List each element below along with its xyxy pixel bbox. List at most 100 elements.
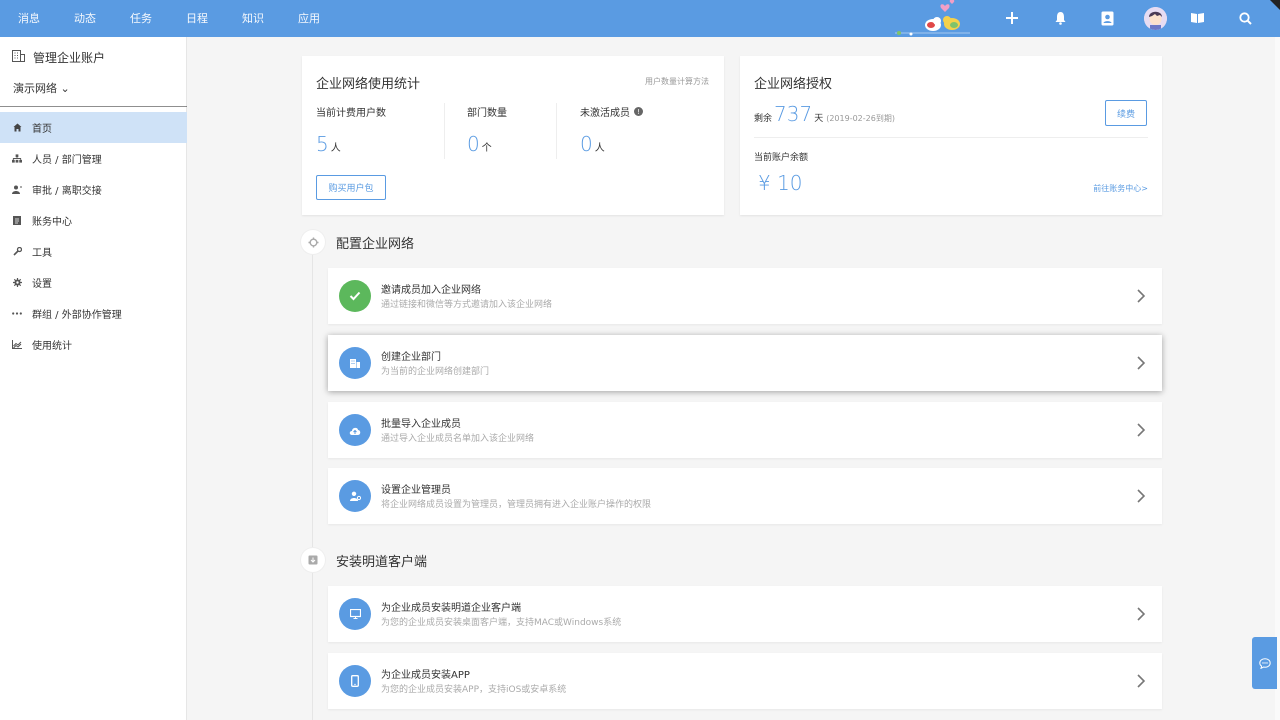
sidebar-item-billing[interactable]: 账务中心	[0, 205, 187, 236]
user-count-method-link[interactable]: 用户数量计算方法	[645, 76, 709, 87]
cloud-upload-icon	[339, 414, 371, 446]
building-icon	[339, 347, 371, 379]
card-divider	[754, 137, 1148, 138]
sidebar-item-label: 使用统计	[32, 341, 72, 352]
license-card-title: 企业网络授权	[754, 77, 833, 92]
section-config-header: 配置企业网络	[301, 230, 414, 254]
more-icon	[12, 309, 22, 319]
sidebar-item-label: 设置	[32, 279, 52, 290]
task-description: 将企业网络成员设置为管理员，管理员拥有进入企业账户操作的权限	[381, 500, 652, 510]
department-count-value: 0个	[467, 132, 492, 156]
org-icon	[12, 154, 22, 164]
task-description: 为您的企业成员安装APP，支持iOS或安卓系统	[381, 685, 567, 695]
remaining-days: 剩余 737 天 (2019-02-26到期)	[754, 102, 895, 126]
billed-users-value: 5人	[316, 132, 341, 156]
sidebar-item-org[interactable]: 人员 / 部门管理	[0, 143, 187, 174]
stat-divider	[444, 103, 445, 159]
sidebar-item-tools[interactable]: 工具	[0, 236, 187, 267]
nav-feed[interactable]: 动态	[74, 0, 96, 37]
task-create-department[interactable]: 创建企业部门 为当前的企业网络创建部门	[328, 335, 1162, 391]
avatar[interactable]	[1144, 7, 1167, 30]
ledger-icon	[12, 216, 22, 226]
stat-divider	[556, 103, 557, 159]
sidebar-item-label: 群组 / 外部协作管理	[32, 310, 122, 321]
main-nav: 消息 动态 任务 日程 知识 应用	[18, 0, 354, 37]
remaining-days-value: 737	[774, 102, 813, 126]
chat-bubble-icon[interactable]	[1252, 637, 1277, 689]
sidebar-item-home[interactable]: 首页	[0, 112, 187, 143]
task-description: 通过链接和微信等方式邀请加入该企业网络	[381, 300, 553, 310]
department-count-label: 部门数量	[467, 108, 507, 119]
sidebar-divider	[0, 106, 187, 107]
sidebar-item-label: 首页	[32, 124, 52, 135]
task-set-admin[interactable]: 设置企业管理员 将企业网络成员设置为管理员，管理员拥有进入企业账户操作的权限	[328, 468, 1162, 524]
section-install-header: 安装明道客户端	[301, 548, 427, 572]
gear-icon	[12, 278, 22, 288]
timeline-line	[312, 254, 313, 720]
add-icon[interactable]	[1003, 9, 1021, 27]
inactive-members-value: 0人	[580, 132, 605, 156]
nav-messages[interactable]: 消息	[18, 0, 40, 37]
monitor-icon	[339, 598, 371, 630]
task-invite-members[interactable]: 邀请成员加入企业网络 通过链接和微信等方式邀请加入该企业网络	[328, 268, 1162, 324]
nav-apps[interactable]: 应用	[298, 0, 320, 37]
task-title: 批量导入企业成员	[381, 419, 461, 430]
sidebar-item-label: 工具	[32, 248, 52, 259]
buy-user-pack-button[interactable]: 购买用户包	[316, 175, 386, 200]
sidebar-item-settings[interactable]: 设置	[0, 267, 187, 298]
book-icon[interactable]	[1188, 9, 1206, 27]
nav-tasks[interactable]: 任务	[130, 0, 152, 37]
phone-icon	[339, 665, 371, 697]
sidebar-menu: 首页 人员 / 部门管理 审批 / 离职交接 账务中心 工具 设置 群组 / 外…	[0, 112, 187, 360]
section-config-title: 配置企业网络	[336, 236, 415, 252]
download-box-icon	[301, 548, 325, 572]
chevron-right-icon	[1137, 674, 1146, 688]
bell-icon[interactable]	[1051, 9, 1069, 27]
info-icon[interactable]: !	[634, 107, 643, 116]
top-navigation-bar: 消息 动态 任务 日程 知识 应用	[0, 0, 1280, 37]
building-icon	[12, 50, 25, 65]
sidebar-header: 管理企业账户	[12, 49, 105, 66]
task-description: 为当前的企业网络创建部门	[381, 367, 490, 377]
usage-stats-card: 企业网络使用统计 用户数量计算方法 当前计费用户数 5人 部门数量 0个 未激活…	[302, 56, 724, 215]
wrench-icon	[12, 247, 22, 257]
user-transfer-icon	[12, 185, 22, 195]
scrollbar-track[interactable]	[1275, 37, 1280, 720]
network-switcher[interactable]: 演示网络 ⌄	[13, 80, 70, 96]
task-batch-import[interactable]: 批量导入企业成员 通过导入企业成员名单加入该企业网络	[328, 402, 1162, 458]
sidebar-item-label: 人员 / 部门管理	[32, 155, 102, 166]
chevron-right-icon	[1137, 356, 1146, 370]
gear-icon	[301, 230, 325, 254]
chevron-right-icon	[1137, 489, 1146, 503]
nav-calendar[interactable]: 日程	[186, 0, 208, 37]
task-description: 为您的企业成员安装桌面客户端，支持MAC或Windows系统	[381, 618, 622, 628]
inactive-members-label: 未激活成员 !	[580, 104, 643, 119]
sidebar-item-groups[interactable]: 群组 / 外部协作管理	[0, 298, 187, 329]
nav-knowledge[interactable]: 知识	[242, 0, 264, 37]
sidebar: 管理企业账户 演示网络 ⌄ 首页 人员 / 部门管理 审批 / 离职交接 账务中…	[0, 37, 187, 720]
task-install-desktop[interactable]: 为企业成员安装明道企业客户端 为您的企业成员安装桌面客户端，支持MAC或Wind…	[328, 586, 1162, 642]
task-title: 设置企业管理员	[381, 485, 451, 496]
sidebar-item-usage-stats[interactable]: 使用统计	[0, 329, 187, 360]
search-icon[interactable]	[1236, 9, 1254, 27]
task-title: 为企业成员安装明道企业客户端	[381, 603, 521, 614]
license-card: 企业网络授权 剩余 737 天 (2019-02-26到期) 续费 当前账户余额…	[740, 56, 1162, 215]
section-install-title: 安装明道客户端	[336, 554, 428, 570]
task-title: 为企业成员安装APP	[381, 670, 470, 681]
task-title: 创建企业部门	[381, 352, 441, 363]
billing-center-link[interactable]: 前往账务中心>	[1093, 183, 1148, 194]
decorative-birds	[895, 0, 970, 36]
usage-card-title: 企业网络使用统计	[316, 77, 421, 92]
sidebar-item-approval[interactable]: 审批 / 离职交接	[0, 174, 187, 205]
chevron-right-icon	[1137, 607, 1146, 621]
chart-icon	[12, 340, 22, 350]
contacts-icon[interactable]	[1098, 9, 1116, 27]
sidebar-header-title: 管理企业账户	[33, 51, 106, 65]
task-install-app[interactable]: 为企业成员安装APP 为您的企业成员安装APP，支持iOS或安卓系统	[328, 653, 1162, 709]
billed-users-label: 当前计费用户数	[316, 108, 386, 119]
renew-button[interactable]: 续费	[1105, 100, 1147, 126]
task-description: 通过导入企业成员名单加入该企业网络	[381, 434, 535, 444]
chevron-right-icon	[1137, 423, 1146, 437]
corner-fold-decoration	[1270, 0, 1280, 10]
balance-label: 当前账户余额	[754, 153, 809, 163]
